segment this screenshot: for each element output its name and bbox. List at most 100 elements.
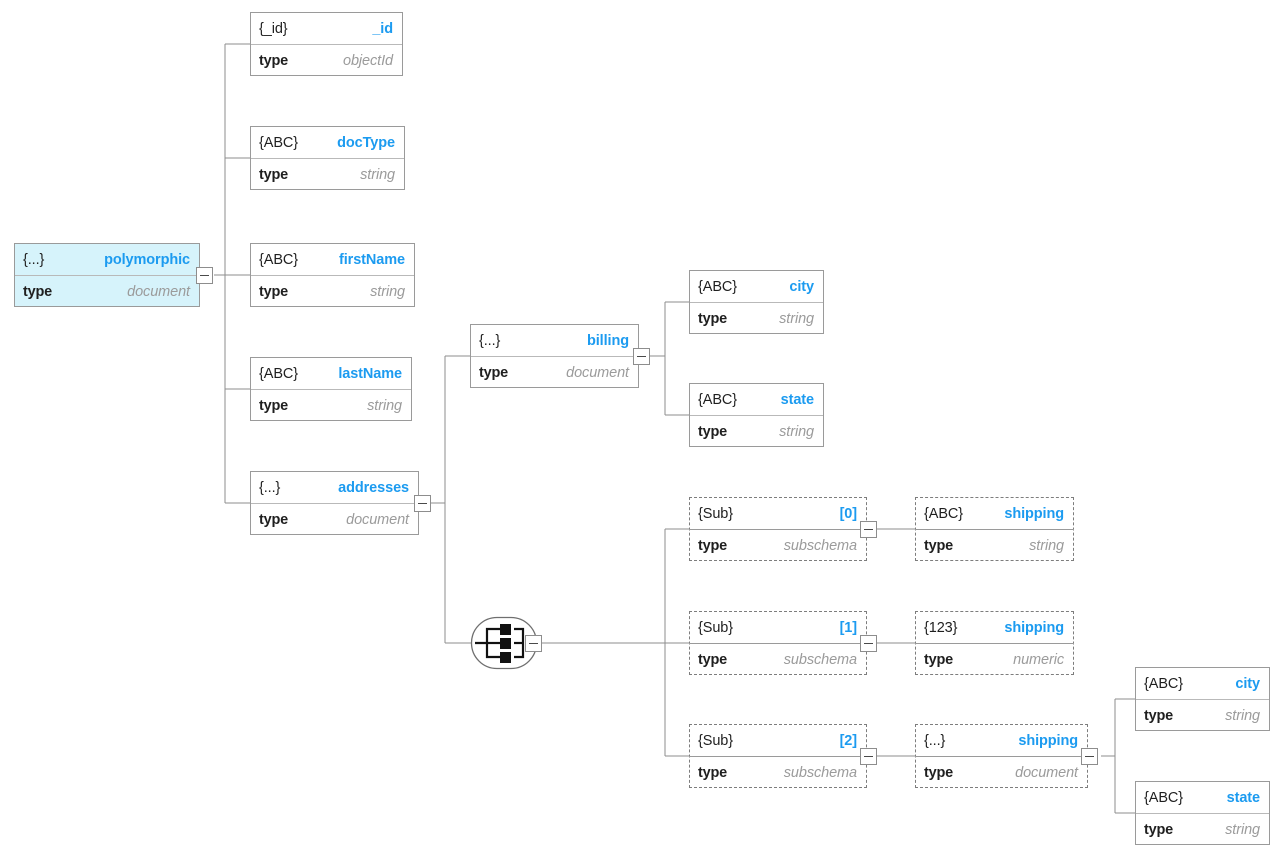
node-shipping-string[interactable]: {ABC} shipping type string: [915, 497, 1074, 561]
type-tag-icon: {ABC}: [698, 278, 737, 295]
collapse-toggle-array[interactable]: [525, 635, 542, 652]
node-header: {ABC} city: [690, 271, 823, 303]
field-name: city: [789, 278, 814, 295]
collapse-toggle-polymorphic[interactable]: [196, 267, 213, 284]
field-name: city: [1235, 675, 1260, 692]
collapse-toggle-sub-1[interactable]: [860, 635, 877, 652]
type-tag-icon: {ABC}: [259, 134, 298, 151]
type-value: string: [360, 167, 395, 183]
collapse-toggle-sub-2[interactable]: [860, 748, 877, 765]
node-type-row: type string: [251, 276, 414, 308]
type-tag-icon: {ABC}: [1144, 675, 1183, 692]
field-name: shipping: [1004, 619, 1064, 636]
node-type-row: type string: [690, 303, 823, 335]
type-value: subschema: [783, 538, 857, 554]
type-label: type: [259, 53, 289, 69]
node-header: {ABC} lastName: [251, 358, 411, 390]
field-name: docType: [337, 134, 395, 151]
field-name: [2]: [839, 732, 858, 749]
node-type-row: type document: [916, 757, 1087, 789]
type-value: subschema: [783, 652, 857, 668]
collapse-toggle-billing[interactable]: [633, 348, 650, 365]
type-tag-icon: {Sub}: [698, 732, 733, 749]
node-header: {Sub} [1]: [689, 612, 867, 644]
type-label: type: [698, 538, 728, 554]
type-value: string: [1225, 822, 1260, 838]
node-shipping-city[interactable]: {ABC} city type string: [1135, 667, 1270, 731]
node-sub-2[interactable]: {Sub} [2] type subschema: [689, 724, 867, 788]
field-name: firstName: [339, 251, 405, 268]
field-name: billing: [587, 332, 629, 349]
type-value: string: [1029, 538, 1064, 554]
node-header: {ABC} state: [1136, 782, 1269, 814]
node-polymorphic[interactable]: {...} polymorphic type document: [14, 243, 200, 307]
node-type-row: type string: [251, 390, 411, 422]
type-tag-icon: {...}: [259, 479, 281, 496]
type-value: string: [779, 424, 814, 440]
node-shipping-document[interactable]: {...} shipping type document: [915, 724, 1088, 788]
field-name: shipping: [1018, 732, 1078, 749]
type-label: type: [259, 167, 289, 183]
type-value: string: [370, 284, 405, 300]
field-name: state: [1226, 789, 1260, 806]
node-firstName[interactable]: {ABC} firstName type string: [250, 243, 415, 307]
node-header: {...} addresses: [251, 472, 418, 504]
node-docType[interactable]: {ABC} docType type string: [250, 126, 405, 190]
type-value: document: [346, 512, 409, 528]
node-header: {...} polymorphic: [15, 244, 199, 276]
type-label: type: [924, 652, 954, 668]
node-type-row: type document: [471, 357, 638, 389]
node-addresses[interactable]: {...} addresses type document: [250, 471, 419, 535]
field-name: shipping: [1004, 505, 1064, 522]
node-type-row: type subschema: [690, 757, 866, 789]
node-billing-city[interactable]: {ABC} city type string: [689, 270, 824, 334]
node-header: {ABC} firstName: [251, 244, 414, 276]
type-tag-icon: {ABC}: [259, 365, 298, 382]
node-type-row: type numeric: [916, 644, 1073, 676]
node-header: {Sub} [0]: [689, 498, 867, 530]
type-value: string: [367, 398, 402, 414]
type-label: type: [924, 538, 954, 554]
type-label: type: [259, 398, 289, 414]
type-value: document: [1015, 765, 1078, 781]
type-tag-icon: {...}: [479, 332, 501, 349]
field-name: state: [780, 391, 814, 408]
field-name: [0]: [839, 505, 858, 522]
field-name: _id: [372, 20, 393, 37]
node-shipping-state[interactable]: {ABC} state type string: [1135, 781, 1270, 845]
node-type-row: type string: [690, 416, 823, 448]
node-header: {_id} _id: [251, 13, 402, 45]
node-sub-1[interactable]: {Sub} [1] type subschema: [689, 611, 867, 675]
node-shipping-numeric[interactable]: {123} shipping type numeric: [915, 611, 1074, 675]
node-type-row: type string: [1136, 814, 1269, 846]
schema-tree-diagram: {...} polymorphic type document {_id} _i…: [0, 0, 1284, 864]
type-label: type: [698, 652, 728, 668]
type-tag-icon: {Sub}: [698, 619, 733, 636]
node-type-row: type document: [15, 276, 199, 308]
type-tag-icon: {ABC}: [1144, 789, 1183, 806]
node-type-row: type document: [251, 504, 418, 536]
node-header: {...} shipping: [915, 725, 1088, 757]
node-header: {...} billing: [471, 325, 638, 357]
node-billing-state[interactable]: {ABC} state type string: [689, 383, 824, 447]
type-value: objectId: [343, 53, 393, 69]
collapse-toggle-addresses[interactable]: [414, 495, 431, 512]
node-type-row: type subschema: [690, 644, 866, 676]
type-label: type: [259, 512, 289, 528]
collapse-toggle-shipping-document[interactable]: [1081, 748, 1098, 765]
field-name: [1]: [839, 619, 858, 636]
node-header: {ABC} docType: [251, 127, 404, 159]
node-type-row: type subschema: [690, 530, 866, 562]
type-label: type: [1144, 822, 1174, 838]
node-header: {123} shipping: [915, 612, 1074, 644]
node-lastName[interactable]: {ABC} lastName type string: [250, 357, 412, 421]
type-label: type: [259, 284, 289, 300]
type-label: type: [698, 424, 728, 440]
type-label: type: [698, 311, 728, 327]
collapse-toggle-sub-0[interactable]: [860, 521, 877, 538]
node-sub-0[interactable]: {Sub} [0] type subschema: [689, 497, 867, 561]
type-tag-icon: {...}: [23, 251, 45, 268]
node-_id[interactable]: {_id} _id type objectId: [250, 12, 403, 76]
node-billing[interactable]: {...} billing type document: [470, 324, 639, 388]
type-value: string: [1225, 708, 1260, 724]
